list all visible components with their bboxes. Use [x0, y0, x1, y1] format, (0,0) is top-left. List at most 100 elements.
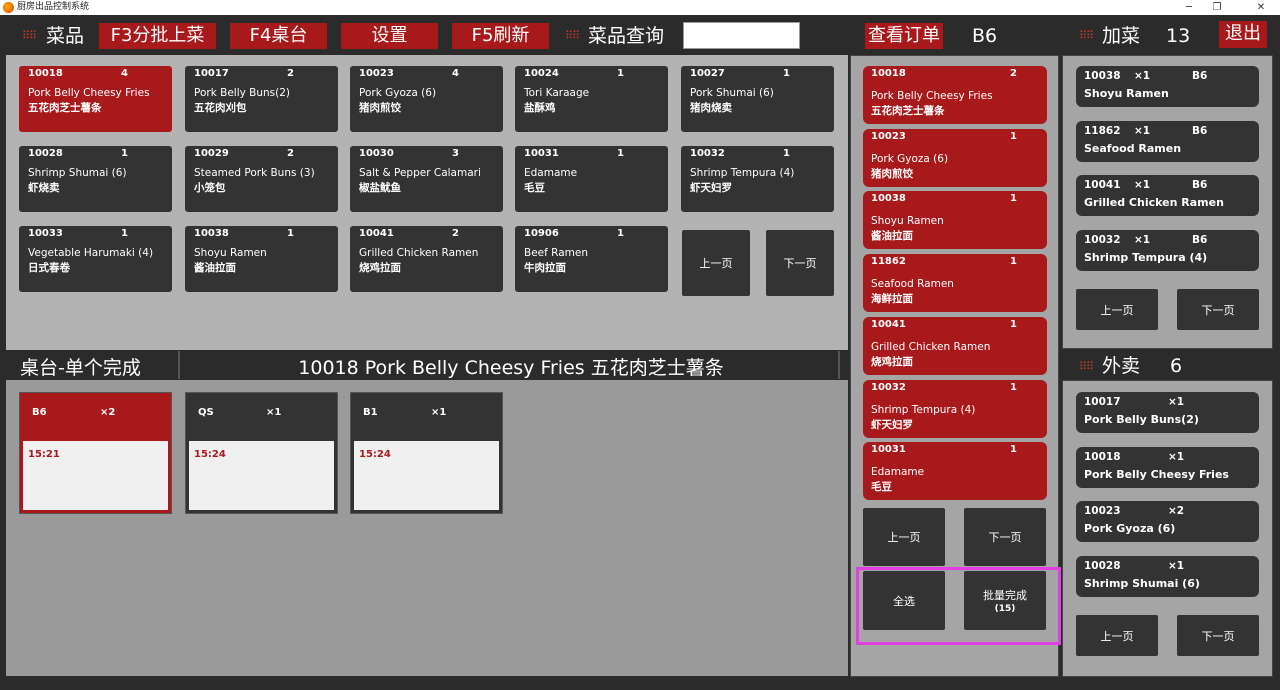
dish-prev-page-label: 上一页	[699, 257, 733, 270]
dish-prev-page-button[interactable]: 上一页	[682, 230, 750, 296]
takeout-prev-page-button[interactable]: 上一页	[1076, 615, 1158, 656]
takeout-dish-qty: ×1	[1168, 450, 1185, 463]
order-dish-qty: 1	[1010, 381, 1017, 393]
dish-qty: 1	[783, 148, 790, 159]
takeout-card[interactable]: 10028 ×1 Shrimp Shumai (6)	[1076, 556, 1259, 598]
takeout-next-page-button[interactable]: 下一页	[1177, 615, 1259, 656]
dish-card[interactable]: 10023 4 Pork Gyoza (6) 猪肉煎饺	[350, 66, 503, 132]
window-titlebar: 厨房出品控制系统 ─ ❐ ✕	[0, 0, 1280, 15]
minimize-icon[interactable]: ─	[1176, 0, 1202, 15]
dish-name-en: Edamame	[524, 167, 578, 179]
order-dish-qty: 1	[1010, 256, 1017, 268]
dish-qty: 1	[121, 228, 128, 239]
dish-qty: 2	[452, 228, 459, 239]
order-dish-name-en: Shoyu Ramen	[871, 215, 944, 228]
takeout-card[interactable]: 10018 ×1 Pork Belly Cheesy Fries	[1076, 446, 1259, 488]
exit-button[interactable]: 退出	[1219, 21, 1267, 48]
batch-complete-button[interactable]: 批量完成 (15)	[964, 571, 1046, 630]
takeout-card[interactable]: 10017 ×1 Pork Belly Buns(2)	[1076, 392, 1259, 433]
add-dish-qty: ×1	[1134, 124, 1151, 137]
refresh-button[interactable]: F5刷新	[452, 23, 549, 49]
takeout-card[interactable]: 10023 ×2 Pork Gyoza (6)	[1076, 501, 1259, 543]
order-dish-qty: 1	[1010, 318, 1017, 330]
close-icon[interactable]: ✕	[1248, 0, 1274, 15]
dish-card[interactable]: 10033 1 Vegetable Harumaki (4) 日式春卷	[19, 226, 172, 292]
dish-card[interactable]: 10041 2 Grilled Chicken Ramen 烧鸡拉面	[350, 226, 503, 292]
table-card-body: 15:21	[23, 441, 168, 510]
dish-card[interactable]: 10906 1 Beef Ramen 牛肉拉面	[515, 226, 668, 292]
add-dish-card[interactable]: 10038 ×1 B6 Shoyu Ramen	[1076, 66, 1259, 107]
add-dish-next-page-label: 下一页	[1201, 303, 1235, 317]
select-all-label: 全选	[893, 594, 915, 608]
dish-card[interactable]: 10032 1 Shrimp Tempura (4) 虾天妇罗	[681, 146, 834, 212]
table-name: B6	[32, 407, 47, 418]
add-dish-card[interactable]: 10041 ×1 B6 Grilled Chicken Ramen	[1076, 175, 1259, 217]
takeout-dish-id: 10023	[1084, 505, 1121, 518]
view-orders-button[interactable]: 查看订单	[865, 23, 943, 49]
order-card[interactable]: 10041 1 Grilled Chicken Ramen 烧鸡拉面	[863, 316, 1047, 375]
order-time: 15:21	[28, 449, 60, 460]
add-dish-panel: 10038 ×1 B6 Shoyu Ramen 11862 ×1 B6 Seafood Ram…	[1062, 55, 1273, 349]
order-card[interactable]: 10018 2 Pork Belly Cheesy Fries 五花肉芝士薯条	[863, 66, 1047, 124]
table-card-body: 15:24	[354, 441, 499, 510]
order-card[interactable]: 10032 1 Shrimp Tempura (4) 虾天妇罗	[863, 379, 1047, 438]
orders-prev-page-button[interactable]: 上一页	[863, 508, 945, 566]
order-dish-name-en: Pork Gyoza (6)	[871, 152, 949, 165]
dish-next-page-button[interactable]: 下一页	[766, 230, 834, 296]
dishes-grip-icon: ⠿⠿	[22, 29, 37, 42]
dish-id: 10030	[359, 148, 394, 159]
dish-card[interactable]: 10018 4 Pork Belly Cheesy Fries 五花肉芝士薯条	[19, 66, 172, 132]
batch-serve-button[interactable]: F3分批上菜	[99, 23, 216, 49]
dish-name-cn: 盐酥鸡	[524, 102, 556, 114]
order-card[interactable]: 10038 1 Shoyu Ramen 酱油拉面	[863, 191, 1047, 250]
dish-name-en: Pork Belly Buns(2)	[194, 87, 291, 99]
add-dish-count: 13	[1166, 25, 1191, 47]
dish-id: 10906	[524, 228, 559, 239]
table-card[interactable]: QS ×1 15:24	[185, 392, 338, 514]
restore-icon[interactable]: ❐	[1204, 0, 1230, 15]
takeout-dish-name: Shrimp Shumai (6)	[1084, 577, 1200, 591]
orders-next-page-button[interactable]: 下一页	[964, 508, 1046, 566]
takeout-dish-qty: ×2	[1168, 505, 1185, 518]
batch-complete-count: (15)	[994, 603, 1016, 614]
add-dish-next-page-button[interactable]: 下一页	[1177, 289, 1259, 330]
dish-qty: 1	[617, 228, 624, 239]
dish-id: 10029	[194, 148, 229, 159]
table-section-label: 桌台-单个完成	[20, 357, 141, 379]
order-dish-id: 10032	[871, 381, 906, 393]
dish-search-input[interactable]	[683, 22, 800, 49]
add-dish-prev-page-button[interactable]: 上一页	[1076, 289, 1158, 330]
dish-id: 10028	[28, 148, 63, 159]
dish-name-cn: 虾天妇罗	[690, 182, 732, 194]
dish-card[interactable]: 10024 1 Tori Karaage 盐酥鸡	[515, 66, 668, 132]
dish-card[interactable]: 10031 1 Edamame 毛豆	[515, 146, 668, 212]
add-dish-qty: ×1	[1134, 234, 1151, 247]
add-dish-card[interactable]: 11862 ×1 B6 Seafood Ramen	[1076, 120, 1259, 162]
tables-panel: B6 ×2 15:21 QS ×1 15:24 B1 ×1 15:24	[6, 380, 848, 676]
takeout-panel: 10017 ×1 Pork Belly Buns(2) 10018 ×1 Pork Bel…	[1062, 380, 1273, 677]
dish-name-en: Shrimp Shumai (6)	[28, 167, 127, 179]
order-dish-name-cn: 海鲜拉面	[871, 293, 913, 306]
select-all-button[interactable]: 全选	[863, 571, 945, 630]
dish-card[interactable]: 10017 2 Pork Belly Buns(2) 五花肉刈包	[185, 66, 338, 132]
table-section-banner: 桌台-单个完成 10018 Pork Belly Cheesy Fries 五花…	[6, 351, 848, 379]
table-card[interactable]: B6 ×2 15:21	[19, 392, 172, 514]
dish-card[interactable]: 10029 2 Steamed Pork Buns (3) 小笼包	[185, 146, 338, 212]
dish-card[interactable]: 10038 1 Shoyu Ramen 酱油拉面	[185, 226, 338, 292]
order-card[interactable]: 11862 1 Seafood Ramen 海鲜拉面	[863, 254, 1047, 313]
batch-complete-label: 批量完成	[983, 588, 1027, 602]
dish-id: 10017	[194, 68, 229, 79]
settings-button[interactable]: 设置	[341, 23, 438, 49]
tables-button[interactable]: F4桌台	[230, 23, 327, 49]
dish-card[interactable]: 10027 1 Pork Shumai (6) 猪肉烧卖	[681, 66, 834, 132]
dish-id: 10027	[690, 68, 725, 79]
add-dish-card[interactable]: 10032 ×1 B6 Shrimp Tempura (4)	[1076, 230, 1259, 272]
order-dish-id: 10018	[871, 68, 906, 79]
order-card[interactable]: 10023 1 Pork Gyoza (6) 猪肉煎饺	[863, 128, 1047, 187]
order-dish-name-en: Edamame	[871, 466, 925, 479]
dish-card[interactable]: 10030 3 Salt & Pepper Calamari 椒盐鱿鱼	[350, 146, 503, 212]
order-card[interactable]: 10031 1 Edamame 毛豆	[863, 442, 1047, 501]
table-card[interactable]: B1 ×1 15:24	[350, 392, 503, 514]
add-dish-name: Grilled Chicken Ramen	[1084, 196, 1224, 210]
dish-card[interactable]: 10028 1 Shrimp Shumai (6) 虾烧卖	[19, 146, 172, 212]
